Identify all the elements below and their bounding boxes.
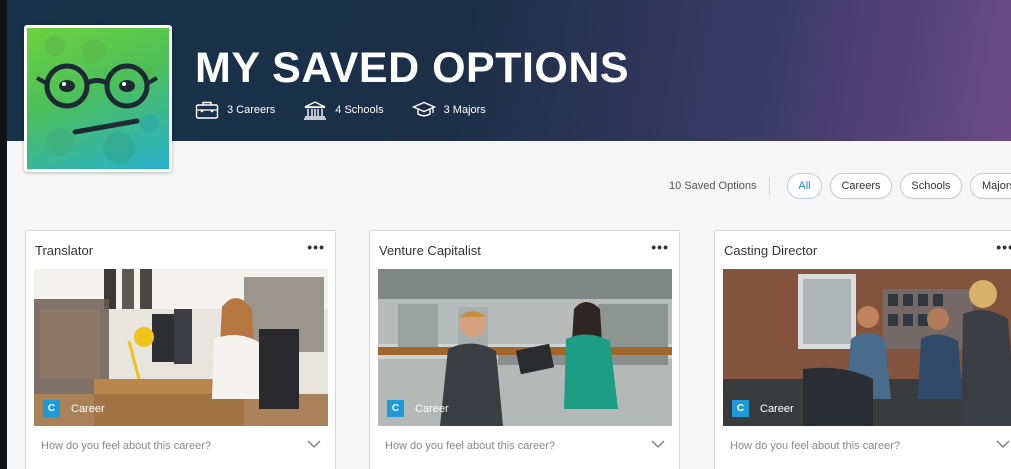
filter-divider (769, 177, 770, 195)
card-menu-button[interactable]: ••• (307, 239, 325, 255)
feedback-question: How do you feel about this career? (41, 440, 211, 452)
chevron-down-icon[interactable] (651, 439, 665, 449)
stat-majors-label: 3 Majors (443, 104, 486, 116)
card-title[interactable]: Translator (35, 243, 93, 258)
glasses-face-avatar-icon (36, 36, 158, 164)
career-tag: C Career (43, 400, 105, 417)
career-tag-badge: C (43, 400, 60, 417)
chevron-down-icon[interactable] (307, 439, 321, 449)
career-tag-label: Career (415, 402, 449, 415)
career-image[interactable]: C Career (34, 269, 328, 426)
career-image[interactable]: C Career (723, 269, 1011, 426)
career-image[interactable]: C Career (378, 269, 672, 426)
career-card-translator[interactable]: Translator ••• C Career How do you feel … (25, 230, 336, 469)
feedback-question: How do you feel about this career? (730, 440, 900, 452)
career-tag-label: Career (760, 402, 794, 415)
career-card-casting-director[interactable]: Casting Director ••• (714, 230, 1011, 469)
saved-options-count: 10 Saved Options (669, 180, 757, 192)
feedback-dropdown[interactable]: How do you feel about this career? (715, 427, 1011, 467)
stat-careers-label: 3 Careers (227, 104, 276, 116)
career-tag-badge: C (387, 400, 404, 417)
filter-bar: 10 Saved Options All Careers Schools Maj… (7, 171, 1011, 201)
briefcase-icon (195, 101, 219, 119)
feedback-dropdown[interactable]: How do you feel about this career? (370, 427, 679, 467)
feedback-question: How do you feel about this career? (385, 440, 555, 452)
page-title: MY SAVED OPTIONS (195, 44, 630, 92)
career-tag-badge: C (732, 400, 749, 417)
card-title[interactable]: Venture Capitalist (379, 243, 481, 258)
card-menu-button[interactable]: ••• (996, 239, 1011, 255)
filter-all[interactable]: All (787, 173, 822, 199)
saved-stats: 3 Careers 4 Schools 3 Majors (195, 100, 514, 120)
filter-schools[interactable]: Schools (900, 173, 962, 199)
school-building-icon (304, 101, 327, 120)
career-card-venture-capitalist[interactable]: Venture Capitalist ••• C Career How do y… (369, 230, 680, 469)
career-tag: C Career (732, 400, 794, 417)
page-frame: MY SAVED OPTIONS 3 Careers 4 Schools 3 M… (7, 0, 1011, 469)
filter-careers[interactable]: Careers (830, 173, 892, 199)
card-title[interactable]: Casting Director (724, 243, 817, 258)
stat-schools[interactable]: 4 Schools (303, 100, 384, 120)
career-tag: C Career (387, 400, 449, 417)
stat-careers[interactable]: 3 Careers (195, 100, 275, 120)
card-menu-button[interactable]: ••• (651, 239, 669, 255)
career-tag-label: Career (71, 402, 105, 415)
stat-schools-label: 4 Schools (335, 104, 384, 116)
filter-majors[interactable]: Majors (970, 173, 1011, 199)
graduation-cap-icon (411, 101, 436, 117)
stat-majors[interactable]: 3 Majors (411, 100, 486, 120)
chevron-down-icon[interactable] (996, 439, 1010, 449)
avatar[interactable] (24, 25, 172, 172)
feedback-dropdown[interactable]: How do you feel about this career? (26, 427, 335, 467)
